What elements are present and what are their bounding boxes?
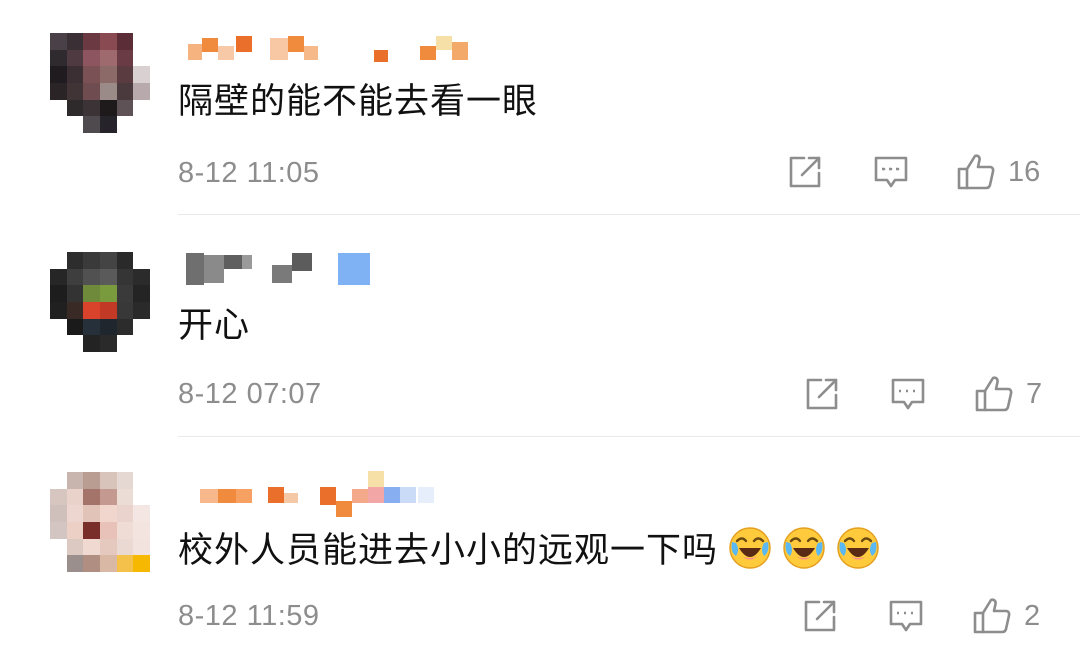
blur-block [236, 489, 252, 503]
comment-icon [891, 378, 925, 410]
blur-block [320, 487, 336, 505]
blur-block [188, 44, 202, 60]
avatar[interactable] [50, 33, 150, 133]
blur-block [368, 487, 384, 503]
blur-block [304, 46, 318, 60]
comment-item: 隔壁的能不能去看一眼 8-12 11:05 16 [0, 0, 1080, 215]
like-icon [975, 376, 1013, 412]
comment-item: 开心 8-12 07:07 7 [0, 215, 1080, 437]
timestamp: 8-12 11:05 [178, 157, 320, 189]
blur-block [418, 487, 434, 503]
reply-button[interactable] [890, 377, 926, 411]
comment-icon [889, 600, 923, 632]
blur-block [270, 38, 288, 60]
blur-block [284, 493, 298, 503]
blur-block [218, 46, 234, 60]
avatar[interactable] [50, 252, 150, 352]
blur-block [436, 36, 452, 50]
comment-text-content: 校外人员能进去小小的远观一下吗 [178, 531, 719, 571]
crying-laughing-emoji [729, 527, 771, 569]
like-button[interactable]: 7 [974, 375, 1042, 413]
timestamp: 8-12 07:07 [178, 378, 322, 410]
blur-block [384, 487, 400, 503]
blur-block [204, 255, 224, 283]
comment-icon [874, 156, 908, 188]
share-icon [789, 156, 821, 188]
crying-laughing-emoji [837, 527, 879, 569]
username-blurred[interactable] [178, 471, 448, 517]
like-count: 16 [1008, 156, 1041, 188]
like-count: 2 [1024, 600, 1041, 632]
username-blurred[interactable] [178, 32, 478, 66]
blur-block [452, 42, 468, 60]
blur-block [336, 501, 352, 517]
blur-block [338, 253, 370, 285]
share-icon [804, 600, 836, 632]
blur-block [374, 50, 388, 62]
comment-text: 开心 [178, 306, 251, 346]
share-button[interactable] [788, 155, 824, 189]
crying-laughing-emoji [783, 527, 825, 569]
blur-block [292, 253, 312, 271]
reply-button[interactable] [888, 599, 924, 633]
blur-block [200, 489, 218, 503]
timestamp: 8-12 11:59 [178, 600, 320, 632]
blur-block [352, 489, 368, 503]
blur-block [242, 255, 252, 269]
reply-button[interactable] [873, 155, 909, 189]
like-icon [957, 154, 995, 190]
like-icon [973, 598, 1011, 634]
blur-block [272, 265, 292, 283]
blur-block [202, 38, 218, 52]
share-button[interactable] [805, 377, 841, 411]
avatar[interactable] [50, 472, 150, 572]
comment-text: 隔壁的能不能去看一眼 [178, 82, 539, 122]
blur-block [400, 487, 416, 503]
blur-block [218, 489, 236, 503]
blur-block [420, 46, 436, 60]
blur-block [268, 487, 284, 503]
comment-text: 校外人员能进去小小的远观一下吗 [178, 526, 880, 573]
blur-block [368, 471, 384, 487]
blur-block [186, 253, 204, 285]
blur-block [236, 36, 252, 52]
comment-item: 校外人员能进去小小的远观一下吗 8-12 11:59 2 [0, 437, 1080, 645]
share-icon [806, 378, 838, 410]
username-blurred[interactable] [178, 251, 378, 285]
like-button[interactable]: 16 [956, 153, 1040, 191]
like-button[interactable]: 2 [972, 597, 1040, 635]
share-button[interactable] [803, 599, 839, 633]
blur-block [224, 255, 242, 269]
like-count: 7 [1026, 378, 1043, 410]
blur-block [288, 36, 304, 52]
